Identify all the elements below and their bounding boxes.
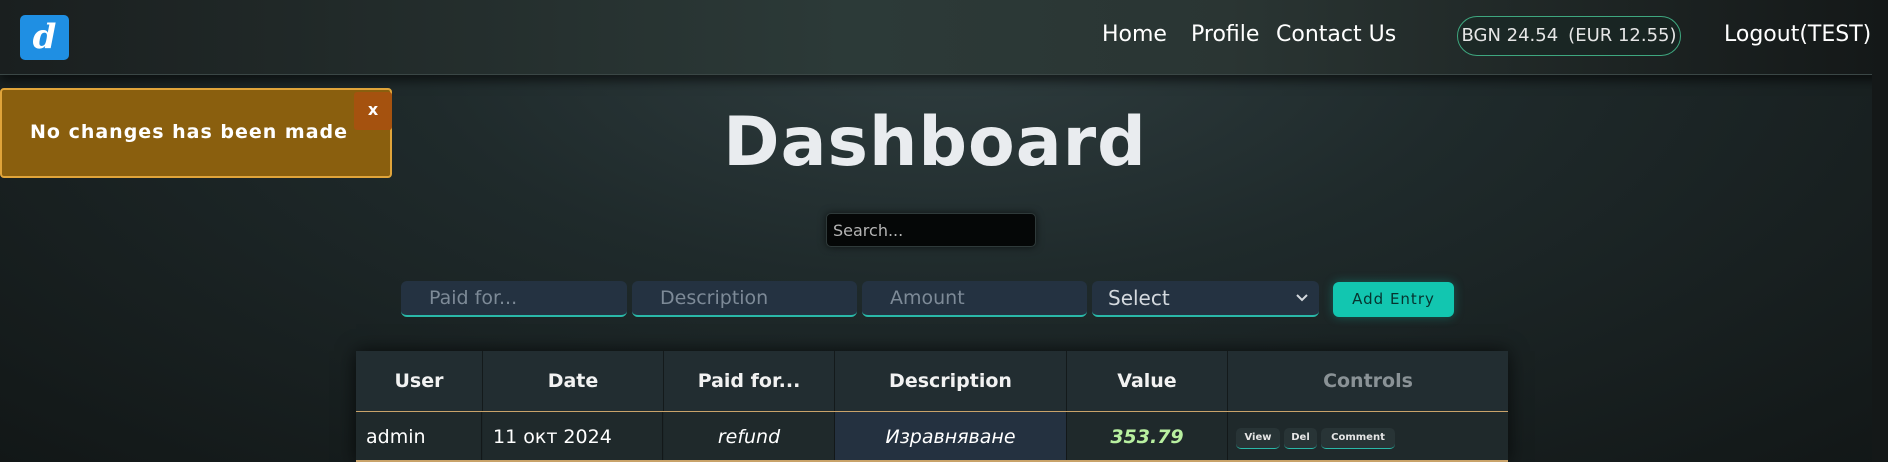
header-user[interactable]: User xyxy=(356,351,483,411)
logout-link[interactable]: Logout(TEST) xyxy=(1724,22,1871,47)
balance-bgn: BGN 24.54 xyxy=(1461,25,1559,46)
balance-badge: BGN 24.54 (EUR 12.55) xyxy=(1457,16,1681,56)
delete-button[interactable]: Del xyxy=(1284,428,1317,449)
cell-user: admin xyxy=(356,412,482,462)
category-select[interactable]: Select xyxy=(1092,281,1319,317)
header-description[interactable]: Description xyxy=(835,351,1067,411)
entries-table: User Date Paid for... Description Value … xyxy=(356,351,1508,462)
amount-input[interactable] xyxy=(862,281,1087,317)
header-value[interactable]: Value xyxy=(1067,351,1228,411)
page-scrollbar[interactable] xyxy=(1872,74,1888,462)
chevron-down-icon xyxy=(1295,281,1309,328)
header-paid-for[interactable]: Paid for... xyxy=(664,351,835,411)
top-navbar: d Home Profile Contact Us BGN 24.54 (EUR … xyxy=(0,0,1888,75)
page-title: Dashboard xyxy=(723,103,1147,182)
app-logo[interactable]: d xyxy=(20,15,69,60)
select-value: Select xyxy=(1108,286,1170,310)
nav-contact-link[interactable]: Contact Us xyxy=(1276,22,1396,47)
balance-eur: (EUR 12.55) xyxy=(1568,25,1677,46)
header-controls: Controls xyxy=(1228,351,1508,411)
add-entry-button[interactable]: Add Entry xyxy=(1333,282,1454,317)
comment-button[interactable]: Comment xyxy=(1321,428,1395,449)
nav-home-link[interactable]: Home xyxy=(1102,22,1167,47)
cell-date: 11 окт 2024 xyxy=(483,412,663,462)
nav-profile-link[interactable]: Profile xyxy=(1191,22,1259,47)
cell-description: Изравняване xyxy=(835,412,1067,462)
view-button[interactable]: View xyxy=(1236,428,1280,449)
cell-value: 353.79 xyxy=(1067,412,1228,462)
header-date[interactable]: Date xyxy=(483,351,664,411)
search-input[interactable] xyxy=(826,213,1036,247)
paid-for-input[interactable] xyxy=(401,281,627,317)
cell-paid-for: refund xyxy=(664,412,835,462)
description-input[interactable] xyxy=(632,281,857,317)
